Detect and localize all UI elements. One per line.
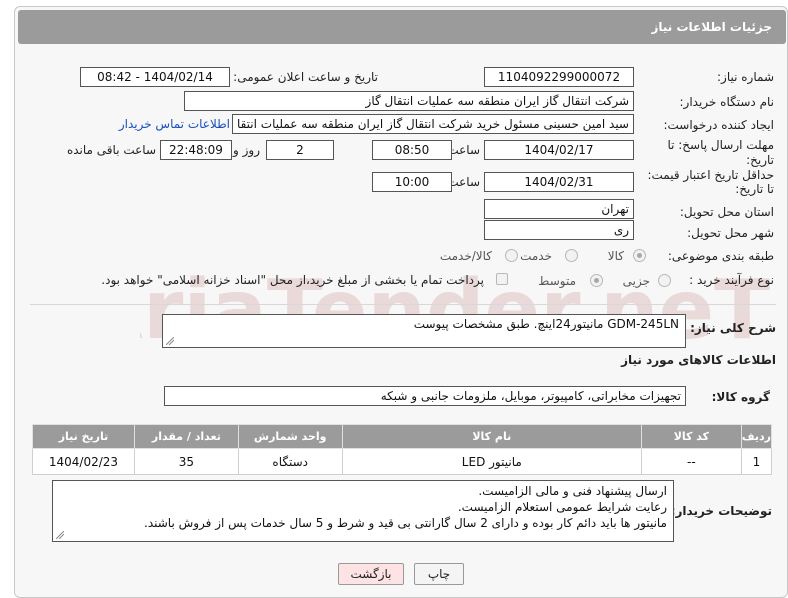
province-field: تهران xyxy=(484,199,634,219)
deadline-label: مهلت ارسال پاسخ: تا xyxy=(667,138,774,152)
description-label: شرح کلی نیاز: xyxy=(690,321,776,335)
announce-label: تاریخ و ساعت اعلان عمومی: xyxy=(233,70,378,84)
quantity-cell: 35 xyxy=(133,448,239,475)
column-header: تعداد / مقدار xyxy=(133,424,239,449)
city-field: ری xyxy=(484,220,634,240)
creator-label: ایجاد کننده درخواست: xyxy=(663,118,774,132)
validity-label-date: تا تاریخ: xyxy=(735,182,774,196)
treasury-payment-note: پرداخت تمام یا بخشی از مبلغ خرید،از محل … xyxy=(101,273,484,287)
days-field: 2 xyxy=(266,140,334,160)
validity-label: حداقل تاریخ اعتبار قیمت: xyxy=(647,168,774,182)
back-button[interactable]: بازگشت xyxy=(338,563,404,585)
category-radio-service[interactable] xyxy=(565,249,578,262)
column-header: کد کالا xyxy=(640,424,742,449)
category-option-goods: کالا xyxy=(607,249,624,263)
unit-cell: دستگاه xyxy=(237,448,343,475)
remaining-time-field: 22:48:09 xyxy=(160,140,232,160)
goods-name-cell: مانیتور LED xyxy=(341,448,642,475)
table-row: 1 -- مانیتور LED دستگاه 35 1404/02/23 xyxy=(32,448,773,475)
province-label: استان محل تحویل: xyxy=(679,205,774,219)
resize-grip-icon xyxy=(56,531,64,539)
resize-grip-icon xyxy=(166,337,174,345)
buyer-label: نام دستگاه خریدار: xyxy=(679,95,775,109)
category-label: طبقه بندی موضوعی: xyxy=(667,249,774,263)
announce-datetime-field: 1404/02/14 - 08:42 xyxy=(80,67,230,87)
buyer-field: شرکت انتقال گاز ایران منطقه سه عملیات ان… xyxy=(184,91,634,111)
need-number-label: شماره نیاز: xyxy=(717,70,774,84)
validity-time-field: 10:00 xyxy=(372,172,452,192)
deadline-time-label: ساعت xyxy=(447,143,480,157)
column-header: واحد شمارش xyxy=(237,424,343,449)
description-textarea: GDM-245LN مانیتور24اینچ. طبق مشخصات پیوس… xyxy=(162,314,686,348)
print-button[interactable]: چاپ xyxy=(414,563,464,585)
validity-time-label: ساعت xyxy=(447,175,480,189)
category-radio-goods[interactable] xyxy=(633,249,646,262)
buyer-notes-textarea: ارسال پیشنهاد فنی و مالی الزامیست. رعایت… xyxy=(52,480,674,542)
validity-date-field: 1404/02/31 xyxy=(484,172,634,192)
creator-field: سید امین حسینی مسئول خرید شرکت انتقال گا… xyxy=(232,114,634,134)
purchase-option-medium: متوسط xyxy=(538,274,576,288)
goods-table: ردیف کد کالا نام کالا واحد شمارش تعداد /… xyxy=(32,424,773,475)
description-text: GDM-245LN مانیتور24اینچ. طبق مشخصات پیوس… xyxy=(413,317,679,331)
buyer-note-line: مانیتور ها باید دائم کار بوده و دارای 2 … xyxy=(144,516,667,530)
purchase-option-minor: جزیی xyxy=(622,274,650,288)
goods-section-title: اطلاعات کالاهای مورد نیاز xyxy=(621,353,776,367)
contact-info-link[interactable]: اطلاعات تماس خریدار xyxy=(119,117,230,131)
need-date-cell: 1404/02/23 xyxy=(32,448,135,475)
buyer-notes-label: توضیحات خریدار: xyxy=(670,504,772,518)
deadline-date-field: 1404/02/17 xyxy=(484,140,634,160)
need-number-field: 1104092299000072 xyxy=(484,67,634,87)
column-header: نام کالا xyxy=(341,424,642,449)
divider xyxy=(30,304,776,305)
treasury-payment-checkbox[interactable] xyxy=(496,273,508,285)
deadline-label-date: تاریخ: xyxy=(746,153,774,167)
goods-code-cell: -- xyxy=(640,448,742,475)
city-label: شهر محل تحویل: xyxy=(687,226,774,240)
category-option-goods-service: کالا/خدمت xyxy=(439,249,492,263)
goods-group-field: تجهیزات مخابراتی، کامپیوتر، موبایل، ملزو… xyxy=(164,386,686,406)
buyer-note-line: رعایت شرایط عمومی استعلام الزامیست. xyxy=(457,500,667,514)
purchase-radio-minor[interactable] xyxy=(658,274,671,287)
deadline-time-field: 08:50 xyxy=(372,140,452,160)
row-index-cell: 1 xyxy=(740,448,773,475)
remaining-label: ساعت باقی مانده xyxy=(66,143,156,157)
column-header: تاریخ نیاز xyxy=(32,424,135,449)
category-option-service: خدمت xyxy=(520,249,552,263)
goods-group-label: گروه کالا: xyxy=(711,390,770,404)
buyer-note-line: ارسال پیشنهاد فنی و مالی الزامیست. xyxy=(478,484,667,498)
category-radio-goods-service[interactable] xyxy=(505,249,518,262)
days-label: روز و xyxy=(233,143,260,157)
page-header: جزئیات اطلاعات نیاز xyxy=(18,10,786,44)
column-header: ردیف xyxy=(740,424,773,449)
goods-table-header: ردیف کد کالا نام کالا واحد شمارش تعداد /… xyxy=(32,424,773,449)
purchase-type-label: نوع فرآیند خرید : xyxy=(689,273,774,287)
purchase-radio-medium[interactable] xyxy=(590,274,603,287)
